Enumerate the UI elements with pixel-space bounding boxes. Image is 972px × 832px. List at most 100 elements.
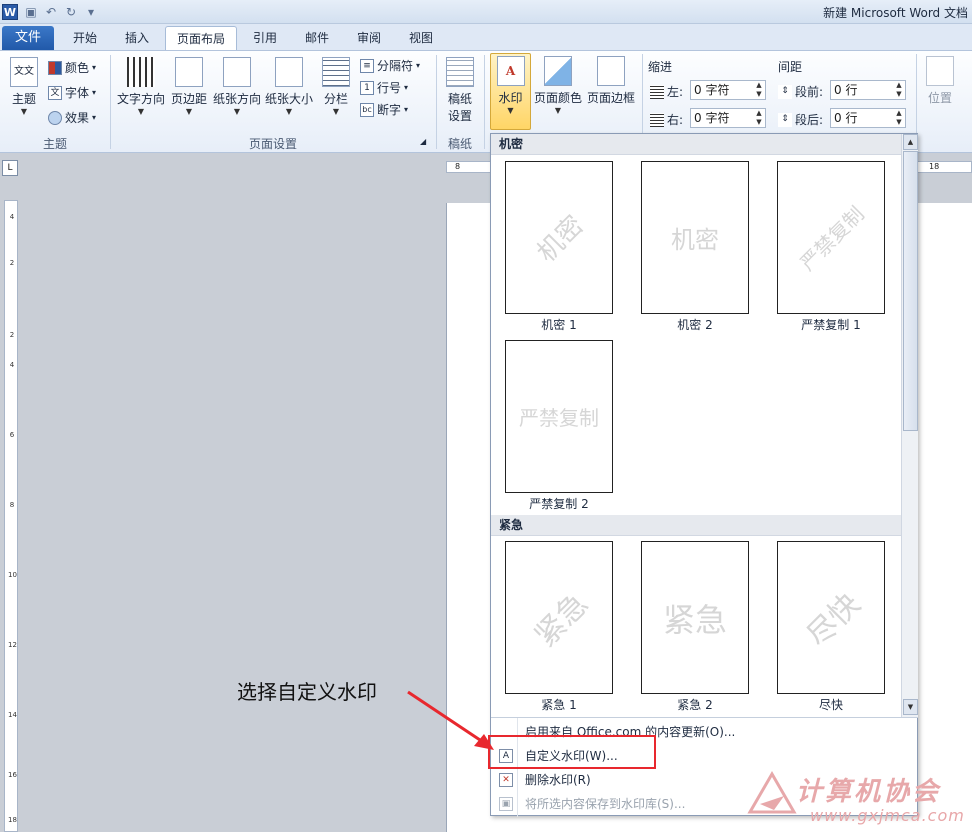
text-direction-button[interactable]: 文字方向 ▼ bbox=[116, 57, 166, 117]
ruler-mark: 2 bbox=[9, 331, 15, 339]
ruler-mark: 18 bbox=[8, 816, 17, 824]
chevron-down-icon: ▼ bbox=[332, 107, 340, 116]
watermark-text: 严禁复制 bbox=[795, 201, 869, 276]
vertical-ruler[interactable]: 4 2 2 4 6 8 10 12 14 16 18 bbox=[4, 200, 18, 832]
ruler-mark: 6 bbox=[9, 431, 15, 439]
paper-size-icon bbox=[275, 57, 303, 87]
ruler-mark: 12 bbox=[8, 641, 17, 649]
spacing-after-icon: ⇕ bbox=[778, 112, 792, 127]
theme-colors-button[interactable]: 颜色 ▾ bbox=[48, 59, 96, 76]
annotation-text: 选择自定义水印 bbox=[237, 680, 377, 704]
group-divider bbox=[484, 55, 485, 149]
text-direction-icon bbox=[127, 57, 155, 87]
chevron-down-icon: ▼ bbox=[20, 107, 28, 116]
gallery-section-header: 机密 bbox=[491, 134, 901, 155]
save-to-gallery-icon: ▣ bbox=[499, 797, 513, 811]
redo-icon[interactable]: ↻ bbox=[64, 5, 78, 19]
page-borders-icon bbox=[597, 56, 625, 86]
ruler-mark: 8 bbox=[455, 162, 461, 171]
orientation-icon bbox=[223, 57, 251, 87]
spinner-arrows-icon[interactable]: ▲ ▼ bbox=[893, 81, 905, 99]
save-icon[interactable]: ▣ bbox=[24, 5, 38, 19]
watermark-thumb-confidential-1[interactable]: 机密 bbox=[505, 161, 613, 314]
tab-view[interactable]: 视图 bbox=[398, 26, 444, 50]
chevron-down-icon: ▾ bbox=[416, 61, 421, 70]
group-label-themes: 主题 bbox=[42, 137, 67, 151]
watermark-thumb-do-not-copy-1[interactable]: 严禁复制 bbox=[777, 161, 885, 314]
line-numbers-icon: 1 bbox=[360, 80, 374, 95]
watermark-thumb-label: 紧急 2 bbox=[677, 698, 713, 712]
tab-mailings[interactable]: 邮件 bbox=[294, 26, 340, 50]
theme-effects-button[interactable]: 效果 ▾ bbox=[48, 109, 96, 126]
watermark-text: 机密 bbox=[531, 210, 590, 269]
columns-button[interactable]: 分栏 ▼ bbox=[320, 57, 352, 117]
indent-right-label: 右: bbox=[650, 111, 683, 128]
scrollbar-thumb[interactable] bbox=[903, 151, 918, 431]
chevron-down-icon: ▼ bbox=[185, 107, 193, 116]
dialog-launcher-icon[interactable]: ◢ bbox=[420, 137, 426, 146]
scroll-up-icon[interactable]: ▲ bbox=[903, 134, 918, 150]
indent-right-field[interactable]: 0 字符 ▲ ▼ bbox=[690, 108, 766, 128]
tab-insert[interactable]: 插入 bbox=[114, 26, 160, 50]
page-borders-button[interactable]: 页面边框 bbox=[585, 56, 637, 106]
tab-home[interactable]: 开始 bbox=[62, 26, 108, 50]
watermark-thumb-do-not-copy-2[interactable]: 严禁复制 bbox=[505, 340, 613, 493]
site-logo-icon bbox=[747, 771, 797, 814]
indent-right-icon bbox=[650, 112, 664, 127]
watermark-text: 尽快 bbox=[799, 586, 868, 654]
position-icon bbox=[926, 56, 954, 86]
spacing-after-label: ⇕ 段后: bbox=[778, 111, 823, 128]
chevron-down-icon: ▼ bbox=[137, 107, 145, 116]
watermark-text: 紧急 bbox=[662, 600, 727, 639]
chevron-down-icon: ▾ bbox=[92, 63, 97, 72]
spinner-arrows-icon[interactable]: ▲ ▼ bbox=[753, 81, 765, 99]
remove-watermark-icon: ✕ bbox=[499, 773, 513, 787]
ruler-toggle-icon[interactable]: L bbox=[2, 160, 18, 176]
line-numbers-button[interactable]: 1 行号 ▾ bbox=[360, 79, 408, 96]
orientation-button[interactable]: 纸张方向 ▼ bbox=[212, 57, 262, 117]
draft-paper-settings-button[interactable]: 稿纸 设置 bbox=[442, 57, 478, 124]
customize-qat-icon[interactable]: ▾ bbox=[84, 5, 98, 19]
title-bar: W ▣ ↶ ↻ ▾ 新建 Microsoft Word 文档 bbox=[0, 0, 972, 24]
tab-page-layout[interactable]: 页面布局 bbox=[165, 26, 237, 50]
window-title: 新建 Microsoft Word 文档 bbox=[823, 6, 968, 20]
watermark-thumb-urgent-2[interactable]: 紧急 bbox=[641, 541, 749, 694]
watermark-thumb-asap[interactable]: 尽快 bbox=[777, 541, 885, 694]
watermark-text: 机密 bbox=[671, 226, 719, 254]
spacing-before-field[interactable]: 0 行 ▲ ▼ bbox=[830, 80, 906, 100]
margins-button[interactable]: 页边距 ▼ bbox=[168, 57, 210, 117]
scroll-down-icon[interactable]: ▼ bbox=[903, 699, 918, 715]
group-label-page-setup: 页面设置 bbox=[248, 137, 297, 151]
tab-review[interactable]: 审阅 bbox=[346, 26, 392, 50]
ruler-mark: 4 bbox=[9, 361, 15, 369]
page-color-button[interactable]: 页面颜色 ▼ bbox=[533, 56, 583, 116]
indent-left-icon bbox=[650, 84, 664, 99]
hyphenation-button[interactable]: bc 断字 ▾ bbox=[360, 101, 408, 118]
spinner-arrows-icon[interactable]: ▲ ▼ bbox=[753, 109, 765, 127]
watermark-thumb-label: 尽快 bbox=[818, 698, 843, 712]
theme-fonts-button[interactable]: 文 字体 ▾ bbox=[48, 84, 96, 101]
watermark-thumb-label: 机密 1 bbox=[541, 318, 577, 332]
position-button[interactable]: 位置 bbox=[922, 56, 958, 106]
breaks-button[interactable]: ≡ 分隔符 ▾ bbox=[360, 57, 420, 74]
size-button[interactable]: 纸张大小 ▼ bbox=[264, 57, 314, 117]
watermark-thumb-label: 严禁复制 1 bbox=[801, 318, 861, 332]
tab-file[interactable]: 文件 bbox=[2, 26, 54, 50]
themes-button[interactable]: 文文 主题 ▼ bbox=[6, 57, 42, 117]
watermark-button[interactable]: A 水印 ▼ bbox=[490, 56, 531, 116]
watermark-thumb-confidential-2[interactable]: 机密 bbox=[641, 161, 749, 314]
chevron-down-icon: ▼ bbox=[507, 106, 514, 115]
themes-icon: 文文 bbox=[10, 57, 38, 87]
undo-icon[interactable]: ↶ bbox=[44, 5, 58, 19]
spinner-arrows-icon[interactable]: ▲ ▼ bbox=[893, 109, 905, 127]
ruler-mark: 18 bbox=[929, 162, 940, 171]
site-watermark-url: www.gxjmca.com bbox=[810, 806, 965, 825]
quick-access-toolbar: W ▣ ↶ ↻ ▾ bbox=[2, 3, 98, 21]
watermark-thumb-urgent-1[interactable]: 紧急 bbox=[505, 541, 613, 694]
group-divider bbox=[110, 55, 111, 149]
gallery-scrollbar[interactable]: ▲ ▼ bbox=[901, 134, 918, 717]
word-logo-icon[interactable]: W bbox=[2, 4, 18, 20]
spacing-after-field[interactable]: 0 行 ▲ ▼ bbox=[830, 108, 906, 128]
tab-references[interactable]: 引用 bbox=[242, 26, 288, 50]
indent-left-field[interactable]: 0 字符 ▲ ▼ bbox=[690, 80, 766, 100]
